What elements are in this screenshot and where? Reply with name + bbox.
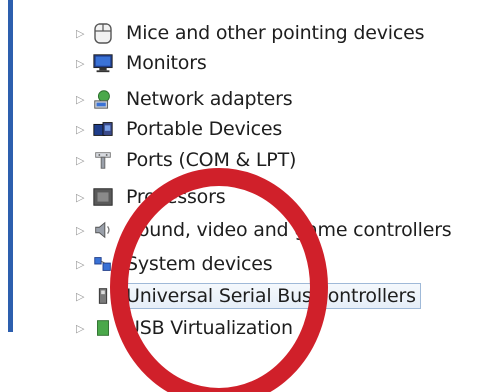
expand-arrow-icon[interactable]: ▷ <box>76 224 90 237</box>
processor-icon <box>92 186 114 208</box>
tree-item-sound-video-game[interactable]: ▷ Sound, video and game controllers <box>76 215 452 245</box>
expand-arrow-icon[interactable]: ▷ <box>76 123 90 136</box>
usb-virtualization-icon <box>92 318 114 338</box>
expand-arrow-icon[interactable]: ▷ <box>76 93 90 106</box>
tree-item-processors[interactable]: ▷ Processors <box>76 182 226 212</box>
expand-arrow-icon[interactable]: ▷ <box>76 290 90 303</box>
tree-item-mice[interactable]: ▷ Mice and other pointing devices <box>76 18 424 48</box>
tree-item-label: Mice and other pointing devices <box>126 22 425 44</box>
device-tree: ▷ Mice and other pointing devices ▷ Moni… <box>0 0 485 340</box>
tree-item-label: Network adapters <box>126 88 293 110</box>
tree-item-ports[interactable]: ▷ Ports (COM & LPT) <box>76 145 296 175</box>
expand-arrow-icon[interactable]: ▷ <box>76 191 90 204</box>
usb-icon <box>92 285 114 307</box>
system-devices-icon <box>92 253 114 275</box>
tree-item-label: Universal Serial Bus controllers <box>121 283 421 309</box>
tree-item-system-devices[interactable]: ▷ System devices <box>76 249 273 279</box>
tree-item-label: Sound, video and game controllers <box>126 219 452 241</box>
tree-item-label: Portable Devices <box>126 118 283 140</box>
expand-arrow-icon[interactable]: ▷ <box>76 322 90 335</box>
expand-arrow-icon[interactable]: ▷ <box>76 27 90 40</box>
tree-item-usb-virtualization[interactable]: ▷ USB Virtualization <box>76 318 293 338</box>
mouse-icon <box>92 22 114 44</box>
tree-item-usb-controllers[interactable]: ▷ Universal Serial Bus controllers <box>76 281 421 311</box>
expand-arrow-icon[interactable]: ▷ <box>76 154 90 167</box>
tree-item-label: System devices <box>126 253 273 275</box>
tree-item-monitors[interactable]: ▷ Monitors <box>76 48 207 78</box>
tree-item-portable-devices[interactable]: ▷ Portable Devices <box>76 114 282 144</box>
tree-item-network-adapters[interactable]: ▷ Network adapters <box>76 84 293 114</box>
expand-arrow-icon[interactable]: ▷ <box>76 57 90 70</box>
speaker-icon <box>92 219 114 241</box>
portable-device-icon <box>92 118 114 140</box>
network-adapter-icon <box>92 88 114 110</box>
tree-item-label: USB Virtualization <box>126 318 293 338</box>
expand-arrow-icon[interactable]: ▷ <box>76 258 90 271</box>
tree-item-label: Ports (COM & LPT) <box>126 149 297 171</box>
tree-item-label: Processors <box>126 186 226 208</box>
monitor-icon <box>92 52 114 74</box>
port-icon <box>92 149 114 171</box>
tree-item-label: Monitors <box>126 52 207 74</box>
